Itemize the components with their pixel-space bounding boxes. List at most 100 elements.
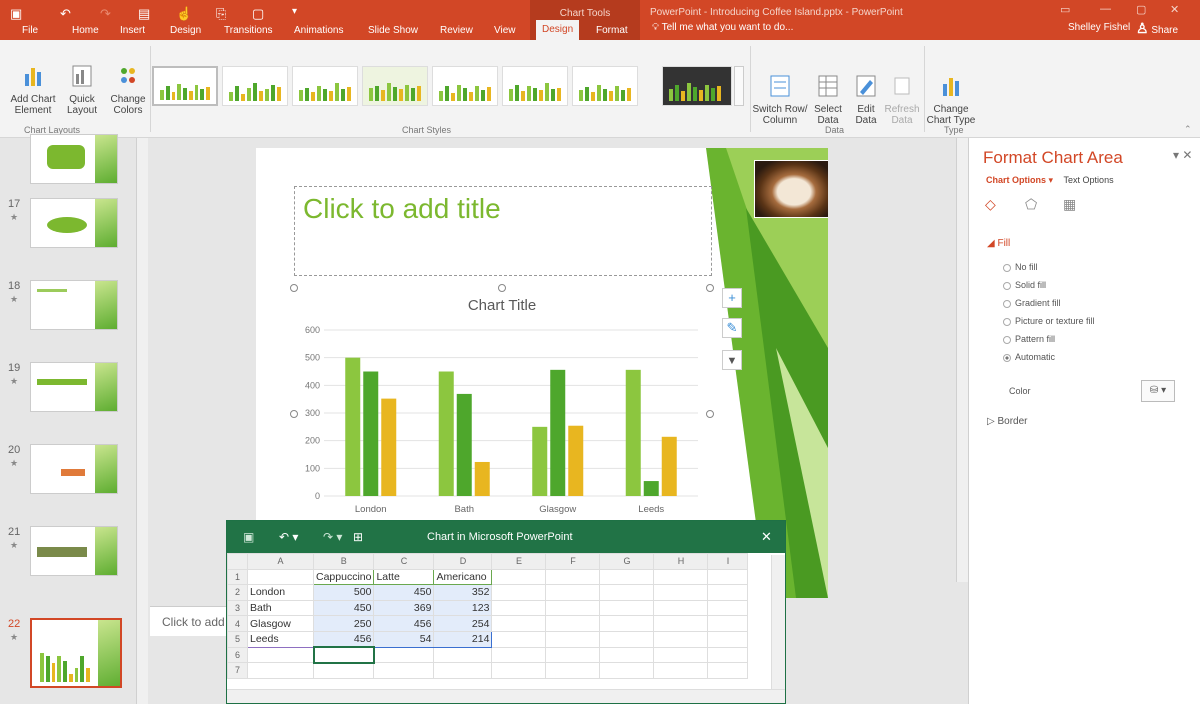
cell[interactable] (707, 615, 749, 632)
cell[interactable] (545, 568, 601, 586)
cell[interactable] (545, 599, 601, 617)
chart-style-4[interactable] (362, 66, 428, 106)
cell[interactable]: 500 (312, 584, 375, 601)
tab-view[interactable]: View (494, 22, 516, 40)
fill-section-header[interactable]: ◢ Fill (987, 238, 1010, 249)
cell[interactable] (599, 662, 655, 679)
tab-text-options[interactable]: Text Options (1064, 175, 1114, 185)
tab-design[interactable]: Design (170, 22, 201, 40)
cell[interactable] (545, 646, 601, 664)
cell[interactable] (433, 662, 493, 679)
tab-chart-format[interactable]: Format (596, 22, 628, 40)
picture-fill-option[interactable]: Picture or texture fill (1003, 316, 1095, 326)
cell[interactable]: Leeds (247, 630, 314, 648)
chart-style-8[interactable] (662, 66, 732, 106)
pattern-fill-option[interactable]: Pattern fill (1003, 334, 1055, 344)
cell[interactable] (599, 630, 655, 648)
row-header[interactable]: 7 (227, 662, 248, 679)
cell[interactable]: Cappuccino (312, 568, 375, 586)
cell[interactable] (707, 584, 749, 601)
cell[interactable]: 54 (373, 630, 435, 648)
tab-insert[interactable]: Insert (120, 22, 145, 40)
chart-style-5[interactable] (432, 66, 498, 106)
cell[interactable] (599, 599, 655, 617)
save-icon[interactable]: ▣ (243, 530, 254, 544)
chart-style-3[interactable] (292, 66, 358, 106)
cell[interactable] (491, 630, 547, 648)
cell[interactable] (707, 630, 749, 648)
switch-row-column-button[interactable]: Switch Row/ Column (752, 74, 808, 126)
save-icon[interactable]: ▣ (10, 6, 22, 22)
cell[interactable] (707, 646, 749, 664)
cell[interactable] (545, 615, 601, 632)
pane-close-icon[interactable]: ▾ ✕ (1173, 148, 1192, 162)
select-data-button[interactable]: Select Data (810, 74, 846, 126)
chart-resize-handle[interactable] (706, 284, 714, 292)
redo-icon[interactable]: ↷ ▾ (323, 530, 342, 544)
cell[interactable] (491, 568, 547, 586)
tab-chart-options[interactable]: Chart Options (986, 175, 1046, 185)
cell[interactable] (599, 615, 655, 632)
collapse-ribbon-icon[interactable]: ⌃ (1184, 124, 1192, 135)
chart[interactable]: Chart Title 0 100 200 300 400 500 600 London Bath… (294, 288, 710, 518)
chart-styles-more-button[interactable] (734, 66, 744, 106)
active-cell[interactable] (312, 646, 375, 664)
undo-icon[interactable]: ↶ ▾ (279, 530, 298, 544)
maximize-icon[interactable]: ▢ (1136, 3, 1146, 16)
chart-resize-handle[interactable] (290, 284, 298, 292)
cell[interactable] (312, 662, 375, 679)
edit-data-button[interactable]: Edit Data (848, 74, 884, 126)
user-name[interactable]: Shelley Fishel (1068, 22, 1130, 33)
chart-style-6[interactable] (502, 66, 568, 106)
cell[interactable] (491, 662, 547, 679)
chart-elements-button[interactable]: + (722, 288, 742, 308)
cell[interactable]: Americano (433, 568, 493, 586)
copy-icon[interactable]: ⎘ (216, 6, 226, 22)
cell[interactable] (653, 568, 709, 586)
cell[interactable] (545, 584, 601, 601)
close-icon[interactable]: ✕ (1170, 3, 1179, 16)
cell[interactable] (545, 662, 601, 679)
chevron-down-icon[interactable]: ▾ (1046, 175, 1054, 185)
cell[interactable] (491, 615, 547, 632)
cell[interactable] (653, 646, 709, 664)
gradient-fill-option[interactable]: Gradient fill (1003, 298, 1061, 308)
add-chart-element-button[interactable]: Add Chart Element (8, 64, 58, 116)
column-header[interactable]: I (707, 553, 749, 570)
cell[interactable] (653, 584, 709, 601)
cell[interactable] (247, 662, 314, 679)
cell[interactable]: 250 (312, 615, 375, 632)
present-icon[interactable]: ▤ (138, 6, 150, 22)
cell[interactable]: Bath (247, 599, 314, 617)
cell[interactable]: 123 (433, 599, 493, 617)
row-header[interactable]: 1 (227, 568, 248, 586)
tell-me-box[interactable]: 💡︎ Tell me what you want to do... (652, 22, 793, 33)
cell[interactable]: 254 (433, 615, 493, 632)
quick-layout-button[interactable]: Quick Layout (60, 64, 104, 116)
row-header[interactable]: 4 (227, 615, 248, 632)
fill-line-icon[interactable]: ◇ (985, 196, 1001, 212)
automatic-fill-option[interactable]: Automatic (1003, 352, 1055, 362)
tab-file[interactable]: File (22, 22, 38, 40)
chart-resize-handle[interactable] (498, 284, 506, 292)
cell[interactable] (653, 615, 709, 632)
chart-filters-button[interactable]: ▼ (722, 350, 742, 370)
refresh-data-button[interactable]: Refresh Data (884, 74, 920, 126)
chart-style-2[interactable] (222, 66, 288, 106)
cell[interactable]: 450 (312, 599, 375, 617)
chart-resize-handle[interactable] (706, 410, 714, 418)
notes-placeholder[interactable]: Click to add notes (150, 606, 230, 636)
undo-icon[interactable]: ↶ (60, 6, 71, 22)
no-fill-option[interactable]: No fill (1003, 262, 1038, 272)
cell[interactable]: 352 (433, 584, 493, 601)
row-header[interactable]: 5 (227, 630, 248, 648)
column-header[interactable]: B (312, 553, 375, 570)
row-header[interactable]: 2 (227, 584, 248, 601)
share-button[interactable]: ♙ Share (1136, 20, 1178, 37)
cell[interactable]: 450 (373, 584, 435, 601)
tab-transitions[interactable]: Transitions (224, 22, 273, 40)
cell[interactable] (707, 599, 749, 617)
change-chart-type-button[interactable]: Change Chart Type (926, 74, 976, 126)
tab-slide-show[interactable]: Slide Show (368, 22, 418, 40)
cell[interactable] (599, 584, 655, 601)
